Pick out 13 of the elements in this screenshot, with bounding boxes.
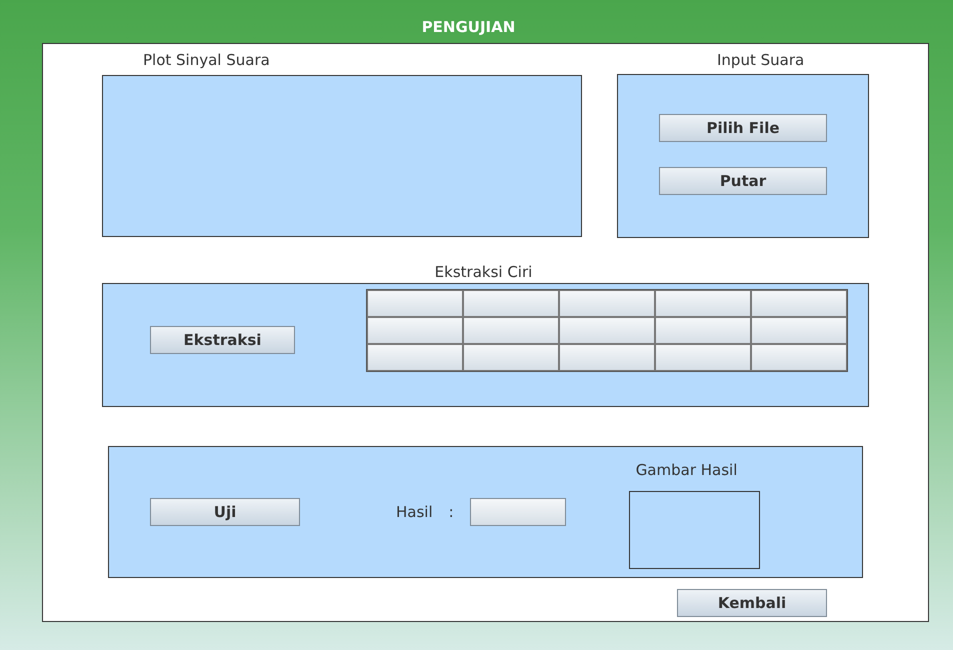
image-label: Gambar Hasil <box>636 461 738 479</box>
colon-label: : <box>448 502 454 523</box>
test-button[interactable]: Uji <box>150 498 300 526</box>
window-title: PENGUJIAN <box>422 18 516 36</box>
input-button[interactable]: Pilih File <box>659 114 827 142</box>
back-button[interactable]: Kembali <box>677 589 827 617</box>
extraction-label: Ekstraksi Ciri <box>434 263 532 281</box>
extract-button[interactable]: Ekstraksi <box>150 326 295 354</box>
input-button[interactable]: Putar <box>659 167 827 195</box>
result-field[interactable] <box>470 498 566 526</box>
plot-label: Plot Sinyal Suara <box>143 51 270 69</box>
result-label: Hasil <box>396 502 433 523</box>
input-label: Input Suara <box>717 51 804 69</box>
